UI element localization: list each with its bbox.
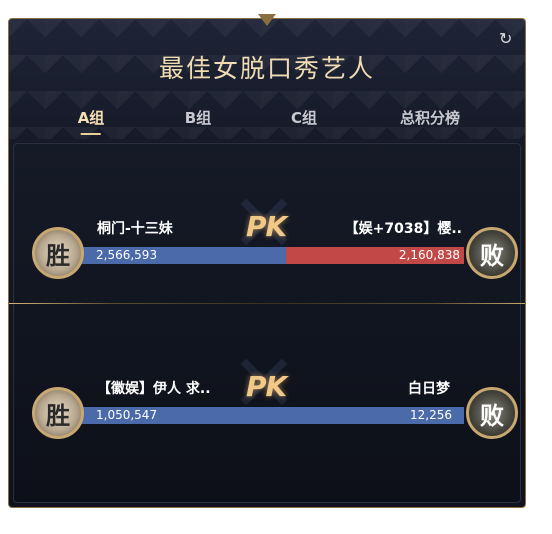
active-tab-underline <box>80 133 101 135</box>
right-contestant-name: 白日梦 <box>408 381 450 397</box>
match-card[interactable]: ✕ 桐门-十三妹 PK 【娱+7038】樱.. 2,566,593 2,160,… <box>14 174 520 304</box>
award-panel: 最佳女脱口秀艺人 ↻ A组 B组 C组 总积分榜 ✕ 桐门-十三妹 PK 【娱+… <box>8 18 526 508</box>
win-badge: 胜 <box>32 227 84 279</box>
tab-group-b[interactable]: B组 <box>185 107 211 128</box>
left-score: 1,050,547 <box>96 408 158 422</box>
left-score: 2,566,593 <box>96 248 158 262</box>
tab-total-ranking[interactable]: 总积分榜 <box>400 107 460 128</box>
lose-badge: 败 <box>466 387 518 439</box>
tab-label: B组 <box>184 109 212 127</box>
win-badge: 胜 <box>32 387 84 439</box>
pk-label: PK <box>246 210 287 243</box>
lose-badge: 败 <box>466 227 518 279</box>
group-tabs: A组 B组 C组 总积分榜 <box>9 107 525 141</box>
right-score: 2,160,838 <box>398 248 460 262</box>
match-card[interactable]: ✕ 【徽娱】伊人 求.. PK 白日梦 1,050,547 12,256 胜 败 <box>14 334 520 464</box>
tab-label: C组 <box>290 109 318 127</box>
tab-label: A组 <box>77 109 105 127</box>
left-contestant-name: 【徽娱】伊人 求.. <box>97 381 211 397</box>
panel-title: 最佳女脱口秀艺人 <box>158 54 375 83</box>
left-contestant-name: 桐门-十三妹 <box>97 221 173 237</box>
match-list: ✕ 桐门-十三妹 PK 【娱+7038】樱.. 2,566,593 2,160,… <box>9 143 525 503</box>
pk-label: PK <box>246 370 287 403</box>
right-contestant-name: 【娱+7038】樱.. <box>344 221 462 237</box>
tab-group-a[interactable]: A组 <box>77 107 105 135</box>
tab-label: 总积分榜 <box>399 109 461 127</box>
refresh-icon[interactable]: ↻ <box>499 31 515 47</box>
right-score: 12,256 <box>410 408 452 422</box>
tab-group-c[interactable]: C组 <box>291 107 317 128</box>
